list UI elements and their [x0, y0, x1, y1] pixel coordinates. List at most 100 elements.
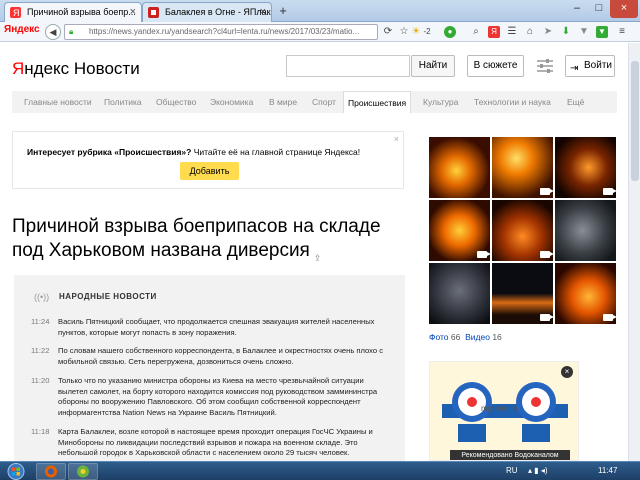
media-counts: Фото 66 Видео 16 [429, 332, 502, 342]
menu-item[interactable]: В мире [269, 91, 297, 113]
bookmarks-icon[interactable]: ☰ [506, 26, 518, 38]
send-icon[interactable]: ➤ [542, 26, 554, 38]
taskbar-firefox-icon[interactable] [36, 463, 66, 480]
rubric-menu: Главные новости Политика Общество Эконом… [12, 91, 617, 113]
video-thumbnail[interactable] [492, 263, 553, 324]
menu-item[interactable]: Технологии и наука [474, 91, 551, 113]
extension-icon[interactable]: ● [444, 26, 456, 38]
video-camera-icon [603, 188, 616, 195]
feed-text: Карта Балаклеи, возле которой в настояще… [58, 427, 373, 457]
language-indicator[interactable]: RU [506, 466, 518, 475]
search-icon[interactable]: ⌕ [470, 26, 482, 38]
video-camera-icon [540, 251, 553, 258]
video-camera-icon [540, 188, 553, 195]
minimize-button[interactable]: – [566, 0, 588, 18]
advertisement[interactable]: mgroen.ru × Рекомендовано Водоканалом [429, 361, 579, 461]
video-count: 16 [492, 332, 502, 342]
page-content: Яндекс Новости Найти В сюжете ⇥ Войти Гла… [0, 43, 628, 461]
tab-close-icon[interactable]: × [260, 3, 266, 21]
logo-letter: Я [12, 59, 25, 78]
star-icon[interactable]: ☆ [398, 26, 410, 38]
weather-temp: -2 [423, 27, 431, 36]
article-title-text: Причиной взрыва боеприпасов на складе по… [12, 216, 381, 261]
ad-close-icon[interactable]: × [561, 366, 573, 378]
menu-item[interactable]: Общество [156, 91, 196, 113]
taskbar-yandex-browser-icon[interactable] [68, 463, 98, 480]
new-tab-button[interactable]: + [276, 4, 290, 18]
clock[interactable]: 11:47 [598, 466, 617, 475]
media-grid [429, 137, 618, 325]
back-icon[interactable]: ◀ [45, 24, 61, 40]
video-thumbnail[interactable] [555, 263, 616, 324]
menu-item[interactable]: Спорт [312, 91, 336, 113]
menu-item-more[interactable]: Ещё [567, 91, 584, 113]
tab-inactive[interactable]: Балаклея в Огне - ЯПлака... × [142, 2, 272, 22]
tab-active[interactable]: Я Причиной взрыва боепр... × [4, 2, 142, 22]
settings-sliders-icon[interactable] [536, 57, 554, 75]
tab-title: Причиной взрыва боепр... [27, 7, 136, 17]
refresh-icon[interactable]: ⟳ [382, 26, 394, 38]
tray-icons[interactable]: ▴ ▮ ◂) [528, 466, 548, 475]
addon-icon[interactable]: ▼ [596, 26, 608, 38]
photo-thumbnail[interactable] [555, 200, 616, 261]
promo-text: Интересует рубрика «Происшествия»? Читай… [27, 147, 360, 157]
lock-icon: 🔒︎ [69, 27, 74, 36]
video-thumbnail[interactable] [555, 137, 616, 198]
menu-item-active[interactable]: Происшествия [343, 91, 412, 113]
video-camera-icon [540, 314, 553, 321]
people-news-feed: ((•)) НАРОДНЫЕ НОВОСТИ 11:24 Василь Пятни… [14, 275, 405, 461]
photo-thumbnail[interactable] [429, 263, 490, 324]
scrollbar-thumb[interactable] [631, 61, 639, 181]
photo-thumbnail[interactable] [429, 137, 490, 198]
promo-close-icon[interactable]: × [394, 134, 399, 144]
menu-item[interactable]: Главные новости [24, 91, 92, 113]
close-window-button[interactable]: × [610, 0, 638, 18]
feed-time: 11:22 [31, 346, 50, 355]
menu-item[interactable]: Культура [423, 91, 458, 113]
address-bar[interactable]: 🔒︎ https://news.yandex.ru/yandsearch?cl4… [64, 24, 378, 40]
video-camera-icon [603, 314, 616, 321]
promo-body: Читайте её на главной странице Яндекса! [191, 147, 361, 157]
browser-navbar: Яндекс ◀ 🔒︎ https://news.yandex.ru/yands… [0, 22, 640, 42]
feed-header: НАРОДНЫЕ НОВОСТИ [59, 292, 157, 301]
logo-text: ндекс Новости [24, 59, 140, 78]
share-icon[interactable]: ⇪ [314, 246, 324, 263]
yandex-logo-text: Яндекс [4, 24, 40, 35]
url-text: https://news.yandex.ru/yandsearch?cl4url… [89, 27, 360, 36]
yaplakal-favicon [148, 7, 159, 18]
svg-text:Я: Я [13, 8, 20, 18]
radio-icon: ((•)) [34, 292, 50, 302]
ad-site: mgroen.ru [481, 404, 518, 413]
menu-item[interactable]: Политика [104, 91, 142, 113]
windows-start-icon[interactable] [2, 462, 30, 480]
in-plot-button[interactable]: В сюжете [467, 55, 524, 77]
download-icon[interactable]: ⬇ [560, 26, 572, 38]
video-thumbnail[interactable] [492, 200, 553, 261]
video-link[interactable]: Видео [465, 332, 490, 342]
yandex-news-logo[interactable]: Яндекс Новости [12, 59, 140, 79]
maximize-button[interactable]: □ [588, 0, 610, 18]
article-title: Причиной взрыва боеприпасов на складе по… [12, 215, 402, 263]
rubric-promo: Интересует рубрика «Происшествия»? Читай… [12, 131, 404, 189]
windows-taskbar: RU ▴ ▮ ◂) 11:47 [0, 461, 640, 480]
yandex-button-icon[interactable]: Я [488, 26, 500, 38]
tab-close-icon[interactable]: × [130, 3, 136, 21]
feed-time: 11:24 [31, 317, 50, 326]
video-thumbnail[interactable] [492, 137, 553, 198]
browser-titlebar: Я Причиной взрыва боепр... × Балаклея в … [0, 0, 640, 22]
login-button[interactable]: ⇥ Войти [565, 55, 615, 77]
search-button[interactable]: Найти [411, 55, 455, 77]
menu-item[interactable]: Экономика [210, 91, 253, 113]
add-rubric-button[interactable]: Добавить [180, 162, 239, 180]
promo-question: Интересует рубрика «Происшествия»? [27, 147, 192, 157]
home-icon[interactable]: ⌂ [524, 26, 536, 38]
shield-icon[interactable]: ▼ [578, 26, 590, 38]
video-thumbnail[interactable] [429, 200, 490, 261]
yandex-browser-logo[interactable]: Яндекс [4, 24, 40, 35]
search-input[interactable] [286, 55, 410, 77]
video-camera-icon [477, 251, 490, 258]
menu-icon[interactable]: ≡ [616, 26, 628, 38]
photo-link[interactable]: Фото [429, 332, 449, 342]
tab-title: Балаклея в Огне - ЯПлака... [165, 7, 272, 17]
vertical-scrollbar[interactable] [628, 43, 640, 461]
